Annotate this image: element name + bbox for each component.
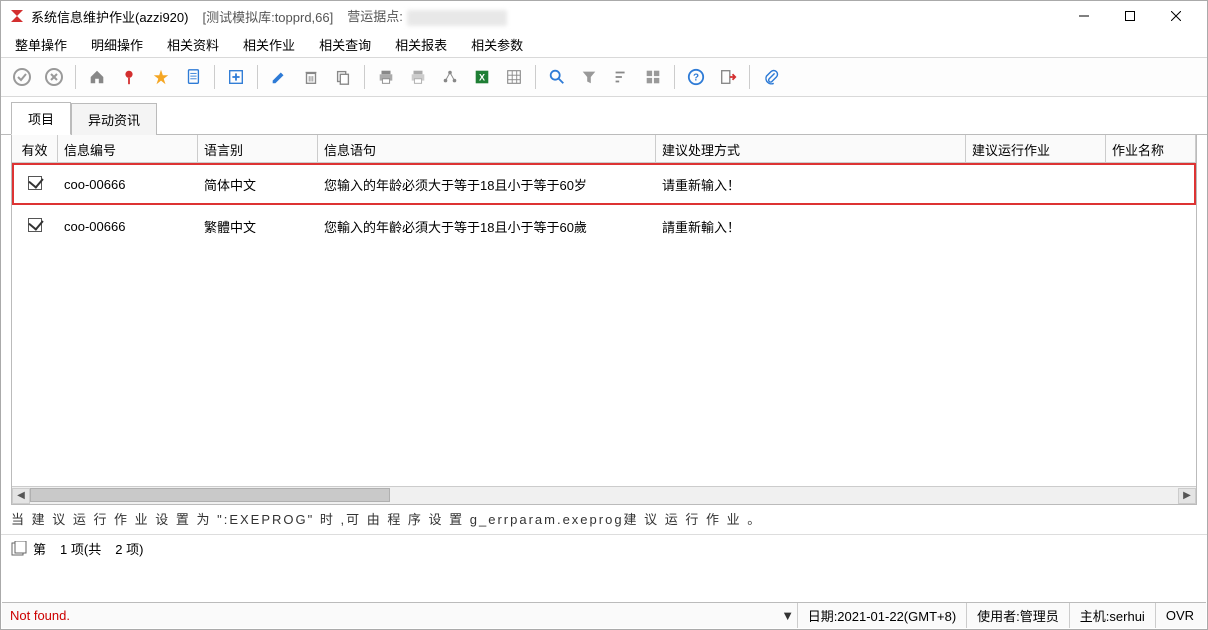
scroll-track[interactable]	[30, 488, 1178, 504]
col-lang[interactable]: 语言别	[198, 135, 318, 162]
grid-icon[interactable]	[499, 62, 529, 92]
app-logo-icon	[9, 8, 25, 24]
toolbar-sep	[364, 65, 365, 89]
menu-related-param[interactable]: 相关参数	[463, 32, 531, 57]
scroll-thumb[interactable]	[30, 488, 390, 502]
tab-changelog[interactable]: 异动资讯	[71, 103, 157, 135]
menu-related-job[interactable]: 相关作业	[235, 32, 303, 57]
cell-runjob	[966, 179, 1106, 189]
cell-code: coo-00666	[58, 214, 198, 239]
scroll-right-icon[interactable]: ▶	[1178, 488, 1196, 504]
cell-runjob	[966, 221, 1106, 231]
copy-icon[interactable]	[328, 62, 358, 92]
status-bar: Not found. ▼ 日期:2021-01-22(GMT+8) 使用者:管理…	[2, 602, 1206, 628]
menu-related-report[interactable]: 相关报表	[387, 32, 455, 57]
confirm-icon[interactable]	[7, 62, 37, 92]
print-icon[interactable]	[371, 62, 401, 92]
checkbox-icon[interactable]	[28, 176, 42, 190]
toolbar-sep	[214, 65, 215, 89]
hint-text: 当 建 议 运 行 作 业 设 置 为 ":EXEPROG" 时 ,可 由 程 …	[1, 505, 1207, 534]
toolbar-sep	[749, 65, 750, 89]
note-icon[interactable]	[178, 62, 208, 92]
toolbar-sep	[535, 65, 536, 89]
window-close-button[interactable]	[1153, 1, 1199, 31]
col-msg[interactable]: 信息语句	[318, 135, 656, 162]
grid-header: 有效 信息编号 语言别 信息语句 建议处理方式 建议运行作业 作业名称	[12, 135, 1196, 163]
data-grid: 有效 信息编号 语言别 信息语句 建议处理方式 建议运行作业 作业名称 coo-…	[11, 135, 1197, 505]
help-icon[interactable]: ?	[681, 62, 711, 92]
toolbar-sep	[75, 65, 76, 89]
cell-lang: 简体中文	[198, 170, 318, 199]
col-code[interactable]: 信息编号	[58, 135, 198, 162]
cell-suggest: 請重新輸入！	[656, 212, 966, 241]
sort-icon[interactable]	[606, 62, 636, 92]
toolbar: X ?	[1, 57, 1207, 97]
col-jobname[interactable]: 作业名称	[1106, 135, 1196, 162]
window-site-label: 营运据点:	[347, 6, 507, 26]
window-maximize-button[interactable]	[1107, 1, 1153, 31]
horizontal-scrollbar[interactable]: ◀ ▶	[12, 486, 1196, 504]
menu-related-query[interactable]: 相关查询	[311, 32, 379, 57]
layout-icon[interactable]	[638, 62, 668, 92]
add-icon[interactable]	[221, 62, 251, 92]
status-host: 主机:serhui	[1069, 603, 1155, 628]
star-icon[interactable]	[146, 62, 176, 92]
window-title: 系统信息维护作业(azzi920)	[31, 7, 188, 26]
toolbar-sep	[257, 65, 258, 89]
status-dropdown-icon[interactable]: ▼	[779, 608, 797, 623]
menu-whole[interactable]: 整单操作	[7, 32, 75, 57]
pager-icon	[11, 541, 27, 557]
home-icon[interactable]	[82, 62, 112, 92]
cell-msg: 您輸入的年齡必須大于等于18且小于等于60歲	[318, 212, 656, 241]
attachment-icon[interactable]	[756, 62, 786, 92]
status-message: Not found.	[2, 608, 78, 623]
pager-text: 第1 项(共2 项)	[33, 539, 143, 558]
cell-jobname	[1106, 179, 1196, 189]
distribute-icon[interactable]	[435, 62, 465, 92]
col-suggest[interactable]: 建议处理方式	[656, 135, 966, 162]
status-user: 使用者:管理员	[966, 603, 1069, 628]
cell-checkbox[interactable]	[12, 171, 58, 198]
scroll-left-icon[interactable]: ◀	[12, 488, 30, 504]
window-db: [测试模拟库:topprd,66]	[202, 7, 333, 26]
cell-lang: 繁體中文	[198, 212, 318, 241]
cell-code: coo-00666	[58, 172, 198, 197]
pager-bar: 第1 项(共2 项)	[1, 534, 1207, 562]
filter-icon[interactable]	[574, 62, 604, 92]
excel-icon[interactable]: X	[467, 62, 497, 92]
menu-related-data[interactable]: 相关资料	[159, 32, 227, 57]
pin-icon[interactable]	[114, 62, 144, 92]
table-row[interactable]: coo-00666 繁體中文 您輸入的年齡必須大于等于18且小于等于60歲 請重…	[12, 205, 1196, 247]
tab-row: 项目 异动资讯	[1, 103, 1207, 135]
col-runjob[interactable]: 建议运行作业	[966, 135, 1106, 162]
exit-icon[interactable]	[713, 62, 743, 92]
edit-icon[interactable]	[264, 62, 294, 92]
cell-msg: 您输入的年龄必须大于等于18且小于等于60岁	[318, 170, 656, 199]
checkbox-icon[interactable]	[28, 218, 42, 232]
svg-text:X: X	[479, 73, 485, 83]
search-icon[interactable]	[542, 62, 572, 92]
table-row[interactable]: coo-00666 简体中文 您输入的年龄必须大于等于18且小于等于60岁 请重…	[12, 163, 1196, 205]
svg-text:?: ?	[693, 73, 699, 84]
status-date: 日期:2021-01-22(GMT+8)	[797, 603, 966, 628]
print-alt-icon[interactable]	[403, 62, 433, 92]
cell-jobname	[1106, 221, 1196, 231]
menubar: 整单操作 明细操作 相关资料 相关作业 相关查询 相关报表 相关参数	[1, 31, 1207, 57]
toolbar-sep	[674, 65, 675, 89]
window-minimize-button[interactable]	[1061, 1, 1107, 31]
cell-checkbox[interactable]	[12, 213, 58, 240]
tab-items[interactable]: 项目	[11, 102, 71, 135]
titlebar: 系统信息维护作业(azzi920) [测试模拟库:topprd,66] 营运据点…	[1, 1, 1207, 31]
grid-body: coo-00666 简体中文 您输入的年龄必须大于等于18且小于等于60岁 请重…	[12, 163, 1196, 486]
menu-detail[interactable]: 明细操作	[83, 32, 151, 57]
status-mode: OVR	[1155, 603, 1206, 628]
delete-icon[interactable]	[296, 62, 326, 92]
cell-suggest: 请重新输入！	[656, 170, 966, 199]
cancel-icon[interactable]	[39, 62, 69, 92]
col-valid[interactable]: 有效	[12, 135, 58, 162]
